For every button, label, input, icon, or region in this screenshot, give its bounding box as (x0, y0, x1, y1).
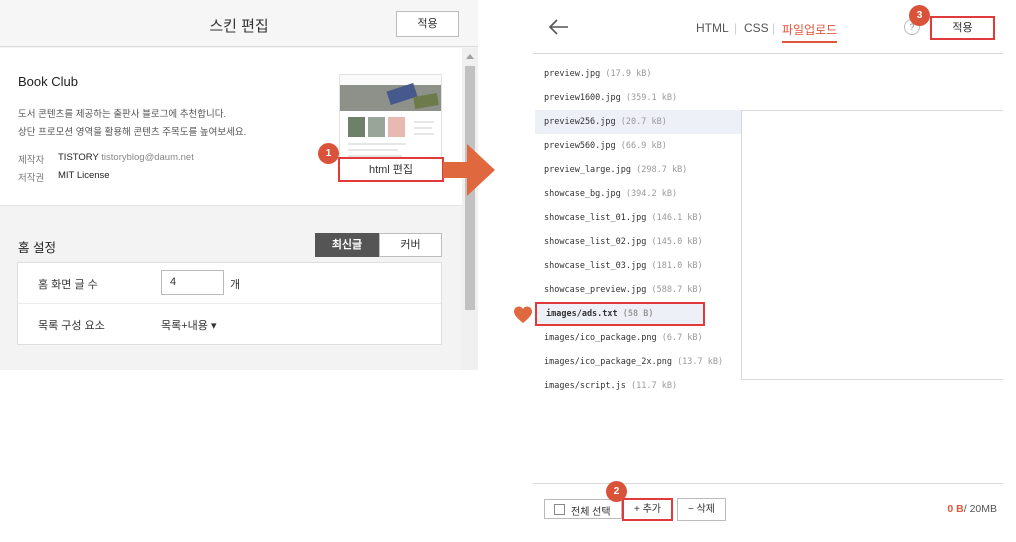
file-name: images/ads.txt (546, 309, 618, 319)
tab-css[interactable]: CSS (744, 21, 769, 35)
file-name: showcase_bg.jpg (544, 189, 621, 199)
file-name: images/ico_package_2x.png (544, 357, 672, 367)
tab-cover[interactable]: 커버 (379, 233, 442, 257)
file-item[interactable]: preview_large.jpg (298.7 kB) (535, 158, 741, 182)
settings-box: 홈 화면 글 수 4 개 목록 구성 요소 목록+내용 ▾ (17, 262, 442, 345)
file-item[interactable]: images/ico_package.png (6.7 kB) (535, 326, 741, 350)
list-layout-label: 목록 구성 요소 (38, 320, 105, 332)
settings-row-post-count: 홈 화면 글 수 4 개 (18, 263, 441, 304)
tab-separator: | (734, 21, 738, 35)
file-upload-header: HTML | CSS | 파일업로드 ? 적용 (533, 0, 1003, 54)
tab-html[interactable]: HTML (696, 21, 729, 35)
file-name: preview560.jpg (544, 141, 616, 151)
author-email: tistoryblog@daum.net (101, 152, 194, 163)
file-name: preview1600.jpg (544, 93, 621, 103)
step-badge-2: 2 (606, 481, 627, 502)
back-arrow-icon[interactable] (548, 16, 570, 38)
file-list: preview.jpg (17.9 kB) preview1600.jpg (3… (535, 62, 741, 398)
file-preview-pane (741, 110, 1003, 380)
skin-edit-header: 스킨 편집 적용 (0, 0, 478, 47)
file-size: (394.2 kB) (625, 189, 678, 199)
skin-edit-panel: 스킨 편집 적용 Book Club 도서 콘텐츠를 제공하는 출판사 블로그에… (0, 0, 478, 370)
file-name: showcase_list_01.jpg (544, 213, 647, 223)
file-name: images/script.js (544, 381, 626, 391)
file-item[interactable]: images/script.js (11.7 kB) (535, 374, 741, 398)
storage-usage: 0 B/ 20MB (947, 503, 997, 515)
tab-file-upload[interactable]: 파일업로드 (782, 21, 838, 43)
file-name: showcase_list_03.jpg (544, 261, 647, 271)
apply-button[interactable]: 적용 (930, 16, 995, 40)
file-size: (11.7 kB) (631, 381, 678, 391)
file-name: preview.jpg (544, 69, 601, 79)
file-item[interactable]: preview1600.jpg (359.1 kB) (535, 86, 741, 110)
storage-used: 0 B (947, 503, 964, 515)
author-value: TISTORY tistoryblog@daum.net (58, 152, 194, 163)
arrow-right-icon (443, 144, 495, 196)
step-badge-3: 3 (909, 5, 930, 26)
add-file-button[interactable]: + 추가 (622, 498, 673, 521)
file-size: (20.7 kB) (620, 117, 667, 127)
home-settings: 홈 설정 최신글 커버 홈 화면 글 수 4 개 목록 구성 요소 목록+내용 … (0, 225, 462, 370)
file-size: (6.7 kB) (661, 333, 703, 343)
scrollbar[interactable] (462, 48, 478, 370)
delete-file-button[interactable]: − 삭제 (677, 498, 726, 521)
post-count-unit: 개 (230, 279, 241, 291)
post-count-label: 홈 화면 글 수 (38, 279, 98, 291)
storage-total: / 20MB (963, 503, 997, 515)
file-size: (298.7 kB) (636, 165, 688, 175)
file-size: (66.9 kB) (620, 141, 667, 151)
skin-thumbnail (339, 74, 442, 167)
file-size: (58 B) (622, 309, 654, 319)
select-all-label: 전체 선택 (571, 507, 611, 518)
file-item[interactable]: showcase_bg.jpg (394.2 kB) (535, 182, 741, 206)
file-item[interactable]: showcase_list_03.jpg (181.0 kB) (535, 254, 741, 278)
file-size: (146.1 kB) (651, 213, 703, 223)
file-item[interactable]: images/ico_package_2x.png (13.7 kB) (535, 350, 741, 374)
scroll-up-icon[interactable] (466, 54, 474, 59)
file-name: preview_large.jpg (544, 165, 631, 175)
home-settings-title: 홈 설정 (18, 241, 56, 255)
post-count-input[interactable]: 4 (161, 270, 224, 295)
skin-info: Book Club 도서 콘텐츠를 제공하는 출판사 블로그에 추천합니다. 상… (0, 48, 462, 206)
file-size: (181.0 kB) (651, 261, 703, 271)
file-actions-bar: 전체 선택 + 추가 − 삭제 0 B/ 20MB (533, 483, 1003, 542)
file-item[interactable]: showcase_list_02.jpg (145.0 kB) (535, 230, 741, 254)
file-name: showcase_preview.jpg (544, 285, 647, 295)
settings-row-list-layout: 목록 구성 요소 목록+내용 ▾ (18, 304, 441, 345)
file-item[interactable]: showcase_preview.jpg (588.7 kB) (535, 278, 741, 302)
license-value: MIT License (58, 170, 110, 181)
file-item[interactable]: showcase_list_01.jpg (146.1 kB) (535, 206, 741, 230)
file-name: images/ico_package.png (544, 333, 657, 343)
tab-separator: | (772, 21, 776, 35)
file-size: (588.7 kB) (651, 285, 703, 295)
list-layout-select[interactable]: 목록+내용 ▾ (161, 317, 216, 333)
file-item[interactable]: preview256.jpg (20.7 kB) (535, 110, 741, 134)
skin-description-line: 상단 프로모션 영역을 활용해 콘텐츠 주목도를 높여보세요. (18, 127, 247, 138)
file-item-ads-txt[interactable]: images/ads.txt (58 B) (535, 302, 705, 326)
select-all-checkbox[interactable]: 전체 선택 (544, 499, 622, 519)
license-label: 저작권 (18, 173, 45, 184)
file-size: (13.7 kB) (677, 357, 724, 367)
apply-button[interactable]: 적용 (396, 11, 459, 37)
file-item[interactable]: preview560.jpg (66.9 kB) (535, 134, 741, 158)
tab-recent-posts[interactable]: 최신글 (315, 233, 379, 257)
author-label: 제작자 (18, 155, 45, 166)
checkbox-icon[interactable] (554, 504, 565, 515)
skin-description-line: 도서 콘텐츠를 제공하는 출판사 블로그에 추천합니다. (18, 109, 227, 120)
step-badge-1: 1 (318, 143, 339, 164)
file-name: preview256.jpg (544, 117, 616, 127)
file-name: showcase_list_02.jpg (544, 237, 647, 247)
skin-name: Book Club (18, 74, 78, 89)
file-size: (145.0 kB) (651, 237, 703, 247)
heart-icon (514, 306, 532, 323)
file-size: (359.1 kB) (625, 93, 678, 103)
author-name: TISTORY (58, 152, 99, 163)
html-edit-button[interactable]: html 편집 (338, 157, 444, 182)
file-item[interactable]: preview.jpg (17.9 kB) (535, 62, 741, 86)
file-size: (17.9 kB) (605, 69, 652, 79)
